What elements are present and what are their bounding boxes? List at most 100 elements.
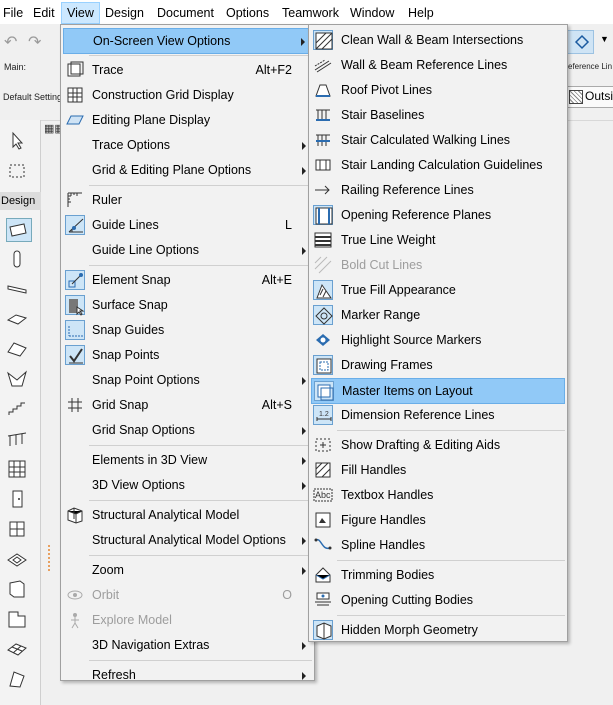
menu-item-stair-baselines[interactable]: Stair Baselines — [311, 103, 565, 127]
menu-item-stair-calculated-walking-lines[interactable]: Stair Calculated Walking Lines — [311, 128, 565, 152]
object-tool-icon[interactable] — [6, 578, 30, 600]
menu-item-trimming-bodies[interactable]: Trimming Bodies — [311, 563, 565, 587]
svg-text:1.2: 1.2 — [319, 411, 329, 418]
skylight-tool-icon[interactable] — [6, 548, 30, 570]
submenu-arrow-icon — [302, 537, 306, 545]
menu-design[interactable]: Design — [105, 3, 144, 23]
door-tool-icon[interactable] — [6, 488, 30, 510]
design-tab[interactable]: Design — [0, 192, 41, 210]
menu-item-grid-and-editing-plane-options[interactable]: Grid & Editing Plane Options — [63, 158, 312, 182]
figure-handles-icon — [313, 510, 333, 530]
submenu-arrow-icon — [302, 482, 306, 490]
menu-item-hidden-morph-geometry[interactable]: Hidden Morph Geometry — [311, 618, 565, 642]
menu-item-dimension-reference-lines[interactable]: 1.2 Dimension Reference Lines — [311, 403, 565, 427]
menu-item-label: Stair Calculated Walking Lines — [341, 133, 511, 147]
menu-item-grid-snap[interactable]: Grid Snap Alt+S — [63, 393, 312, 417]
menu-item-wall-and-beam-reference-lines[interactable]: Wall & Beam Reference Lines — [311, 53, 565, 77]
menu-document[interactable]: Document — [157, 3, 214, 23]
menu-view[interactable]: View — [61, 2, 100, 24]
menu-item-structural-analytical-model[interactable]: Structural Analytical Model — [63, 503, 312, 527]
menu-item-3d-view-options[interactable]: 3D View Options — [63, 473, 312, 497]
view-menu: On-Screen View Options Trace Alt+F2 Constru… — [60, 24, 315, 682]
beam-tool-icon[interactable] — [6, 278, 30, 300]
menu-item-refresh[interactable]: Refresh — [63, 663, 312, 687]
menu-item-opening-cutting-bodies[interactable]: Opening Cutting Bodies — [311, 588, 565, 612]
arrow-tool-icon[interactable] — [6, 130, 30, 152]
redo-icon[interactable]: ↷ — [28, 32, 41, 52]
menu-item-figure-handles[interactable]: Figure Handles — [311, 508, 565, 532]
roof-tool-icon[interactable] — [6, 338, 30, 360]
menu-file[interactable]: File — [3, 3, 23, 23]
menu-item-grid-snap-options[interactable]: Grid Snap Options — [63, 418, 312, 442]
menu-item-snap-point-options[interactable]: Snap Point Options — [63, 368, 312, 392]
menu-item-zoom[interactable]: Zoom — [63, 558, 312, 582]
menu-item-label: Trimming Bodies — [341, 568, 435, 582]
zone-tool-icon[interactable] — [6, 608, 30, 630]
undo-icon[interactable]: ↶ — [4, 32, 17, 52]
menu-item-label: Bold Cut Lines — [341, 258, 423, 272]
dropdown-arrow-icon[interactable]: ▼ — [600, 34, 609, 44]
menu-item-marker-range[interactable]: Marker Range — [311, 303, 565, 327]
slab-tool-icon[interactable] — [6, 308, 30, 330]
menu-item-railing-reference-lines[interactable]: Railing Reference Lines — [311, 178, 565, 202]
railing-tool-icon[interactable] — [6, 428, 30, 450]
menu-item-stair-landing-calculation-guidelines[interactable]: Stair Landing Calculation Guidelines — [311, 153, 565, 177]
menu-item-elements-in-3d-view[interactable]: Elements in 3D View — [63, 448, 312, 472]
menu-help[interactable]: Help — [408, 3, 434, 23]
menu-item-guide-line-options[interactable]: Guide Line Options — [63, 238, 312, 262]
menu-teamwork[interactable]: Teamwork — [282, 3, 339, 23]
menu-item-surface-snap[interactable]: Surface Snap — [63, 293, 312, 317]
menu-item-3d-navigation-extras[interactable]: 3D Navigation Extras — [63, 633, 312, 657]
menu-item-ruler[interactable]: Ruler — [63, 188, 312, 212]
source-markers-icon — [313, 330, 333, 350]
menu-edit[interactable]: Edit — [33, 3, 55, 23]
menu-item-label: Construction Grid Display — [92, 88, 234, 102]
menu-item-roof-pivot-lines[interactable]: Roof Pivot Lines — [311, 78, 565, 102]
menu-item-on-screen-view-options[interactable]: On-Screen View Options — [63, 28, 312, 54]
menu-item-fill-handles[interactable]: Fill Handles — [311, 458, 565, 482]
menu-item-structural-analytical-model-options[interactable]: Structural Analytical Model Options — [63, 528, 312, 552]
menu-item-label: Roof Pivot Lines — [341, 83, 433, 97]
shell-tool-icon[interactable] — [6, 368, 30, 390]
menu-item-textbox-handles[interactable]: Abc Textbox Handles — [311, 483, 565, 507]
menu-item-opening-reference-planes[interactable]: Opening Reference Planes — [311, 203, 565, 227]
menu-item-label: Railing Reference Lines — [341, 183, 474, 197]
menu-item-clean-wall-and-beam-intersections[interactable]: Clean Wall & Beam Intersections — [311, 28, 565, 52]
menu-item-label: Wall & Beam Reference Lines — [341, 58, 508, 72]
menu-item-snap-guides[interactable]: Snap Guides — [63, 318, 312, 342]
morph-tool-icon[interactable] — [6, 668, 30, 690]
menu-item-snap-points[interactable]: Snap Points — [63, 343, 312, 367]
menu-item-trace-options[interactable]: Trace Options — [63, 133, 312, 157]
menu-item-guide-lines[interactable]: Guide Lines L — [63, 213, 312, 237]
menu-item-master-items-on-layout[interactable]: Master Items on Layout — [311, 378, 565, 404]
outside-field[interactable]: Outsi — [566, 86, 613, 108]
menu-separator — [337, 430, 565, 431]
marquee-tool-icon[interactable] — [6, 160, 30, 182]
menu-item-drawing-frames[interactable]: Drawing Frames — [311, 353, 565, 377]
submenu-arrow-icon — [301, 38, 305, 46]
menu-window[interactable]: Window — [350, 3, 394, 23]
column-tool-icon[interactable] — [6, 248, 30, 270]
drawing-frames-icon — [313, 355, 333, 375]
menu-item-element-snap[interactable]: Element Snap Alt+E — [63, 268, 312, 292]
menu-item-true-fill-appearance[interactable]: True Fill Appearance — [311, 278, 565, 302]
menu-separator — [337, 615, 565, 616]
walking-lines-icon — [313, 130, 333, 150]
window-tool-icon[interactable] — [6, 518, 30, 540]
curtain-wall-tool-icon[interactable] — [6, 458, 30, 480]
menu-item-highlight-source-markers[interactable]: Highlight Source Markers — [311, 328, 565, 352]
menu-item-construction-grid-display[interactable]: Construction Grid Display — [63, 83, 312, 107]
menu-item-true-line-weight[interactable]: True Line Weight — [311, 228, 565, 252]
menu-item-spline-handles[interactable]: Spline Handles — [311, 533, 565, 557]
submenu-arrow-icon — [302, 427, 306, 435]
mesh-tool-icon[interactable] — [6, 638, 30, 660]
menu-options[interactable]: Options — [226, 3, 269, 23]
menu-item-show-drafting-and-editing-aids[interactable]: Show Drafting & Editing Aids — [311, 433, 565, 457]
stair-tool-icon[interactable] — [6, 398, 30, 420]
diamond-tool-icon[interactable] — [566, 30, 594, 54]
menu-separator — [89, 660, 312, 661]
wall-tool-icon[interactable] — [6, 218, 32, 242]
editing-plane-icon — [65, 110, 85, 130]
menu-item-trace[interactable]: Trace Alt+F2 — [63, 58, 312, 82]
menu-item-editing-plane-display[interactable]: Editing Plane Display — [63, 108, 312, 132]
